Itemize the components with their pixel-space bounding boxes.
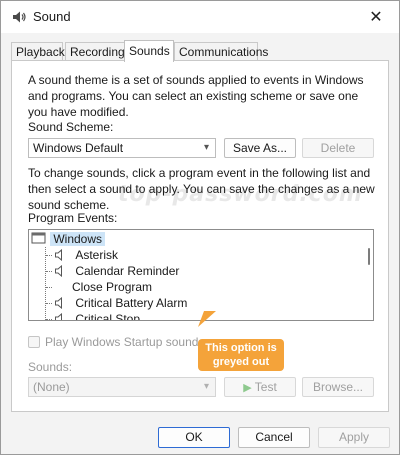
list-item[interactable]: Close Program (72, 279, 152, 295)
program-events-label: Program Events: (28, 211, 118, 225)
scroll-thumb[interactable] (368, 248, 370, 265)
window-title: Sound (33, 9, 71, 24)
ok-button[interactable]: OK (158, 427, 230, 448)
chevron-down-icon: ▾ (203, 142, 209, 153)
tree-connector (45, 247, 46, 320)
scheme-label: Sound Scheme: (28, 120, 114, 134)
event-critical-stop: Critical Stop (75, 312, 141, 321)
list-scrollbar[interactable] (363, 230, 373, 320)
list-item[interactable]: Asterisk (54, 247, 118, 263)
sounds-label: Sounds: (28, 360, 73, 374)
delete-button[interactable]: Delete (302, 138, 374, 158)
change-description: To change sounds, click a program event … (28, 166, 375, 212)
tree-root-windows[interactable]: Windows (31, 231, 106, 247)
event-calendar-reminder: Calendar Reminder (75, 264, 180, 278)
apply-button[interactable]: Apply (318, 427, 390, 448)
tree-branch (46, 319, 52, 320)
tree-branch (46, 271, 52, 272)
speaker-icon (55, 296, 62, 310)
sound-dialog: Sound ✕ Playback Recording Sounds Commun… (0, 0, 400, 455)
title-bar: Sound ✕ (1, 1, 399, 33)
test-button[interactable]: ▶ Test (224, 377, 296, 397)
tab-playback[interactable]: Playback (11, 42, 65, 61)
speaker-icon (55, 248, 62, 262)
list-item[interactable]: Calendar Reminder (54, 263, 179, 279)
event-asterisk: Asterisk (75, 248, 119, 262)
sound-value: (None) (33, 380, 70, 394)
tab-recording[interactable]: Recording (65, 42, 125, 61)
close-icon: ✕ (369, 9, 383, 26)
startup-sound-checkbox[interactable] (28, 336, 40, 348)
tree-branch (46, 303, 52, 304)
event-critical-battery-alarm: Critical Battery Alarm (75, 296, 188, 310)
play-icon: ▶ (243, 382, 252, 394)
sounds-panel: A sound theme is a set of sounds applied… (11, 60, 389, 412)
close-button[interactable]: ✕ (353, 1, 399, 33)
scheme-select[interactable]: Windows Default ▾ (28, 138, 216, 158)
browse-button[interactable]: Browse... (302, 377, 374, 397)
sound-select[interactable]: (None) ▾ (28, 377, 216, 397)
speaker-icon (13, 11, 26, 23)
speaker-icon (55, 312, 62, 320)
cancel-button[interactable]: Cancel (238, 427, 310, 448)
test-label: Test (254, 380, 277, 394)
event-close-program: Close Program (72, 280, 153, 294)
chevron-down-icon: ▾ (203, 381, 209, 392)
list-item[interactable]: Critical Battery Alarm (54, 295, 187, 311)
scheme-value: Windows Default (33, 141, 124, 155)
tab-sounds[interactable]: Sounds (124, 40, 174, 62)
tree-branch (46, 287, 52, 288)
tree-branch (46, 255, 52, 256)
program-events-list[interactable]: Windows Asterisk Calendar Reminder Close… (28, 229, 374, 321)
speaker-icon (55, 264, 62, 278)
tab-communications[interactable]: Communications (174, 42, 268, 61)
save-as-button[interactable]: Save As... (224, 138, 296, 158)
list-item[interactable]: Critical Stop (54, 311, 141, 321)
tree-root-label: Windows (50, 232, 106, 246)
callout-text: This option is greyed out (205, 342, 277, 368)
callout-box: This option is greyed out (198, 339, 284, 371)
windows-folder-icon (31, 232, 46, 244)
theme-description: A sound theme is a set of sounds applied… (28, 73, 364, 119)
startup-sound-label: Play Windows Startup sound (45, 335, 199, 349)
